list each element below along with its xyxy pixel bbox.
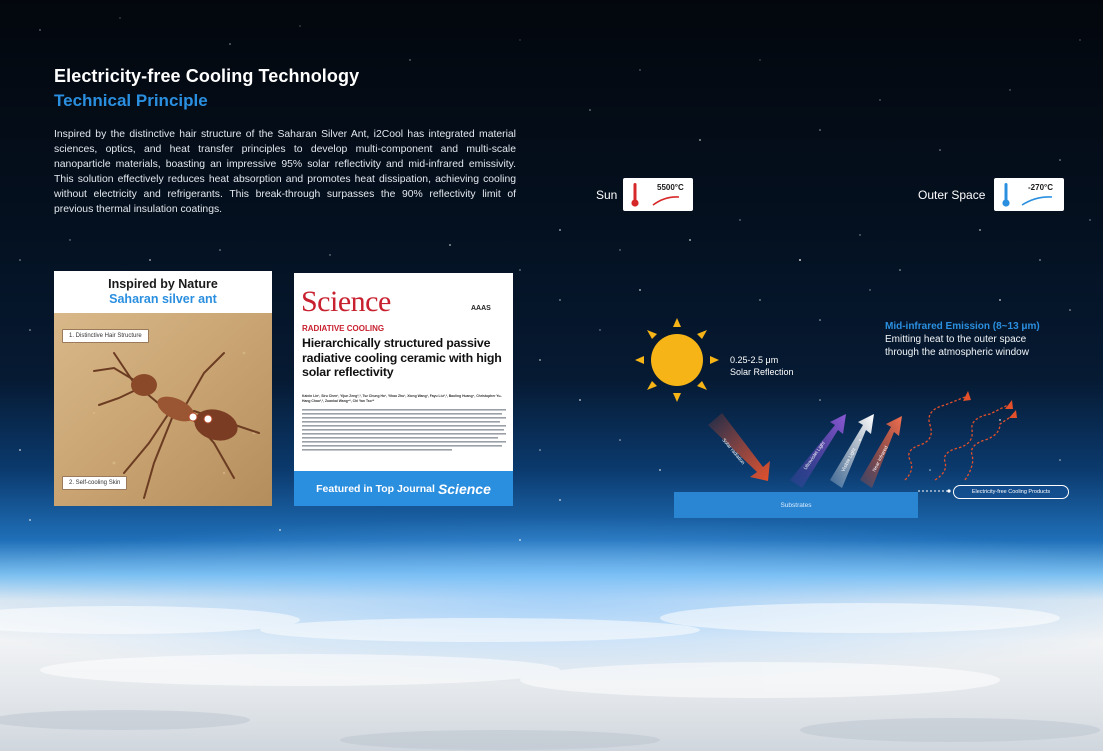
product-connector-dot xyxy=(947,489,951,493)
solar-reflection-range: 0.25-2.5 μm xyxy=(730,355,779,365)
cooling-diagram: Solar radiation Ultraviolet Light Visibl… xyxy=(635,318,1017,493)
solar-reflection-label: Solar Reflection xyxy=(730,366,794,377)
wave-arrowhead-2 xyxy=(1005,400,1013,409)
incoming-solar-arrow: Solar radiation xyxy=(708,413,770,481)
poster-background: Electricity-free Cooling Technology Tech… xyxy=(0,0,1103,751)
mid-infrared-wave-arrows xyxy=(904,396,1013,481)
mid-infrared-description: Emitting heat to the outer space through… xyxy=(885,334,1085,359)
sun-icon xyxy=(635,318,719,402)
substrate-layer: Substrates xyxy=(674,492,918,518)
mid-infrared-heading: Mid-infrared Emission (8~13 μm) xyxy=(885,321,1040,332)
solar-reflection-text: 0.25-2.5 μm Solar Reflection xyxy=(730,355,794,378)
product-tag: Electricity-free Cooling Products xyxy=(953,485,1069,499)
wave-arrowhead-1 xyxy=(963,391,971,401)
mid-infrared-line-1: Emitting heat to the outer space xyxy=(885,334,1027,345)
wave-arrowhead-3 xyxy=(1009,410,1017,418)
mid-infrared-line-2: through the atmospheric window xyxy=(885,346,1029,358)
